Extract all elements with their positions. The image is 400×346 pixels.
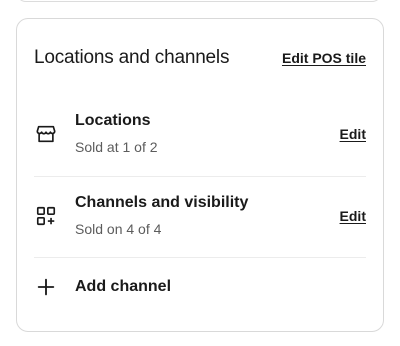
locations-subtitle: Sold at 1 of 2 <box>75 139 158 155</box>
store-icon <box>34 122 58 146</box>
card-title: Locations and channels <box>34 47 230 68</box>
locations-row: Locations Sold at 1 of 2 Edit <box>34 111 366 156</box>
add-channel-button[interactable]: Add channel <box>34 275 366 299</box>
edit-locations-button[interactable]: Edit <box>340 126 366 142</box>
apps-add-icon <box>34 204 58 228</box>
edit-channels-button[interactable]: Edit <box>340 208 366 224</box>
locations-text: Locations Sold at 1 of 2 <box>75 111 340 156</box>
plus-icon <box>34 275 58 299</box>
divider <box>34 176 366 177</box>
add-channel-label: Add channel <box>75 278 172 295</box>
divider <box>34 257 366 258</box>
card-header: Locations and channels Edit POS tile <box>34 43 366 73</box>
locations-channels-card: Locations and channels Edit POS tile Loc… <box>16 18 384 332</box>
channels-title: Channels and visibility <box>75 194 249 211</box>
previous-card-edge <box>16 0 382 2</box>
channels-subtitle: Sold on 4 of 4 <box>75 221 162 237</box>
edit-pos-tile-button[interactable]: Edit POS tile <box>282 50 366 66</box>
channels-row: Channels and visibility Sold on 4 of 4 E… <box>34 193 366 238</box>
channels-text: Channels and visibility Sold on 4 of 4 <box>75 193 340 238</box>
locations-title: Locations <box>75 112 151 129</box>
